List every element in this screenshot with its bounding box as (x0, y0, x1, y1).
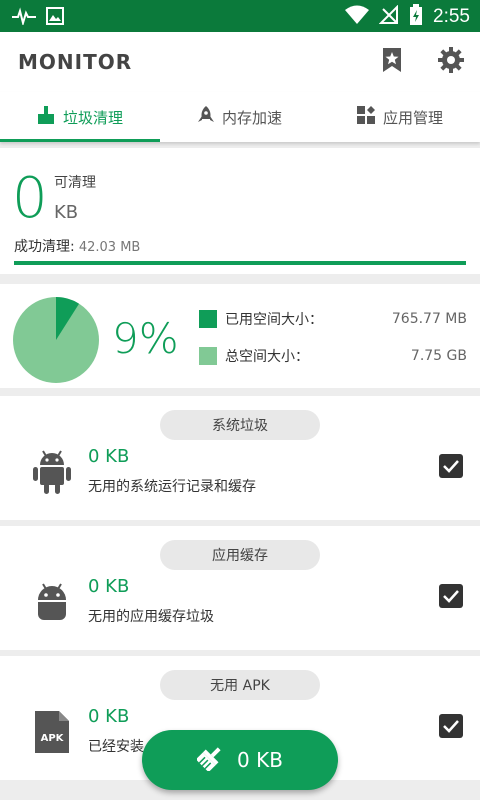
rocket-icon (197, 106, 214, 128)
clean-progress-fill (14, 261, 466, 265)
legend-used: 已用空间大小： 765.77 MB (199, 309, 467, 329)
category-description: 无用的系统运行记录和缓存 (88, 479, 256, 495)
legend-total: 总空间大小： 7.75 GB (199, 346, 467, 366)
category-checkbox[interactable] (439, 454, 463, 478)
clean-now-button[interactable]: 0 KB (142, 730, 338, 790)
broom-icon (195, 745, 223, 776)
app-bar: MONITOR (0, 32, 480, 92)
android-head-icon (30, 578, 74, 626)
cleanable-unit: KB (54, 202, 79, 223)
settings-button[interactable] (435, 46, 467, 78)
used-label: 已用空间大小： (225, 312, 323, 328)
category-size: 0 KB (88, 706, 130, 727)
bookmark-icon (381, 47, 403, 77)
tab-label: 内存加速 (221, 108, 282, 127)
total-label: 总空间大小： (225, 349, 309, 365)
broom-icon (37, 106, 55, 128)
image-icon (46, 7, 64, 29)
active-tab-indicator (0, 139, 160, 142)
cleaned-value: 42.03 MB (74, 240, 141, 255)
category-system-junk[interactable]: 系统垃圾 0 KB 无用的系统运行记录和缓存 (0, 396, 480, 520)
no-signal-icon (378, 4, 399, 29)
total-swatch (199, 347, 217, 365)
storage-pie-chart (12, 296, 100, 388)
wifi-icon (345, 5, 370, 29)
tab-memory-boost[interactable]: 内存加速 (160, 92, 320, 142)
storage-percent: 9% (112, 314, 179, 363)
tab-bar: 垃圾清理 内存加速 应用管理 (0, 92, 480, 142)
apk-icon-label: APK (41, 733, 65, 744)
category-app-cache[interactable]: 应用缓存 0 KB 无用的应用缓存垃圾 (0, 526, 480, 650)
checkmark-icon (443, 590, 459, 603)
category-checkbox[interactable] (439, 584, 463, 608)
clean-progress-bar (14, 261, 466, 265)
category-title-pill: 应用缓存 (160, 540, 320, 570)
storage-card: 9% 已用空间大小： 765.77 MB 总空间大小： 7.75 GB (0, 284, 480, 388)
app-title: MONITOR (18, 50, 133, 74)
category-size: 0 KB (88, 446, 130, 467)
tab-junk-clean[interactable]: 垃圾清理 (0, 92, 160, 142)
category-description: 无用的应用缓存垃圾 (88, 609, 214, 625)
cleaned-summary: 成功清理: 42.03 MB (14, 236, 140, 256)
status-bar: 2:55 (0, 0, 480, 32)
clean-summary-card: 0 可清理 KB 成功清理: 42.03 MB (0, 148, 480, 274)
cleanable-label: 可清理 (54, 175, 96, 191)
tab-label: 应用管理 (382, 108, 443, 127)
category-size: 0 KB (88, 576, 130, 597)
bookmark-button[interactable] (376, 46, 408, 78)
category-title-pill: 系统垃圾 (160, 410, 320, 440)
gear-icon (437, 46, 465, 78)
tab-label: 垃圾清理 (62, 108, 123, 127)
android-icon (30, 448, 74, 496)
total-value: 7.75 GB (410, 348, 467, 364)
checkmark-icon (443, 720, 459, 733)
cleaned-label: 成功清理: (14, 239, 75, 255)
used-swatch (199, 310, 217, 328)
category-description: 已经安装 (88, 739, 144, 755)
used-value: 765.77 MB (391, 311, 467, 327)
battery-charging-icon (409, 4, 423, 30)
category-title-pill: 无用 APK (160, 670, 320, 700)
apps-grid-icon (356, 106, 375, 128)
category-checkbox[interactable] (439, 714, 463, 738)
status-time: 2:55 (433, 6, 470, 27)
apk-file-icon: APK (30, 708, 74, 756)
checkmark-icon (443, 460, 459, 473)
tab-app-manager[interactable]: 应用管理 (320, 92, 480, 142)
cleanable-number: 0 (12, 166, 48, 231)
clean-button-label: 0 KB (237, 748, 283, 772)
pulse-icon (12, 7, 36, 29)
